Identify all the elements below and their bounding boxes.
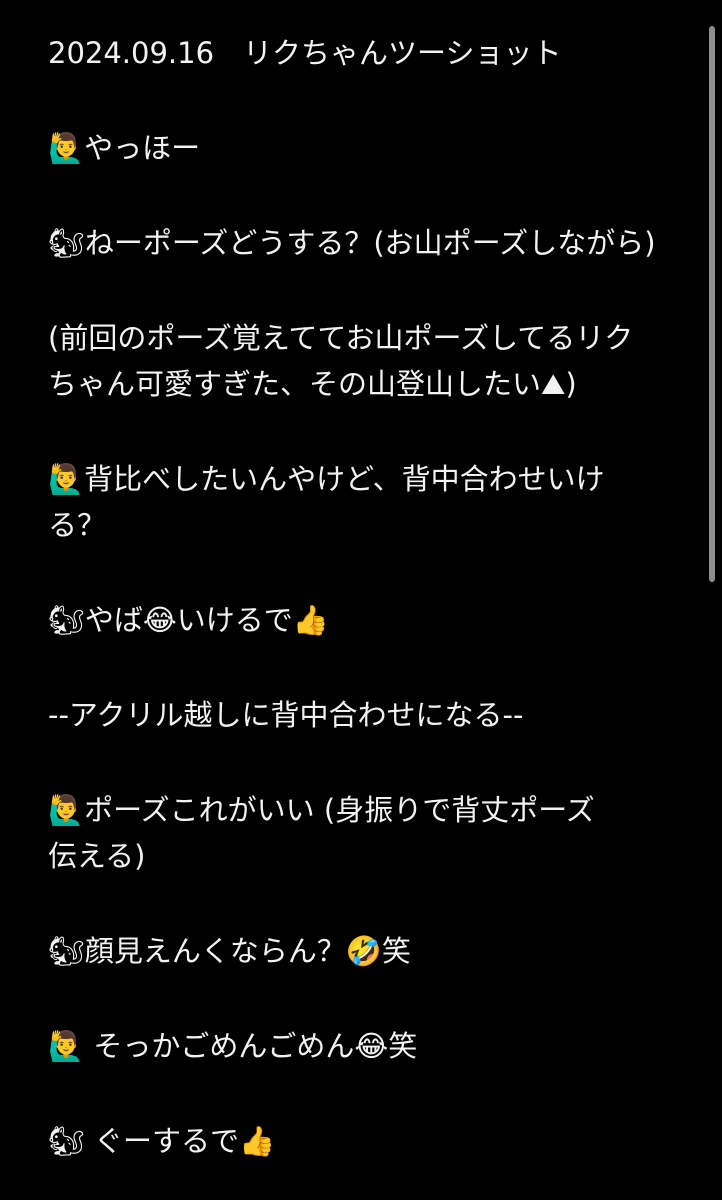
note-line: 🙋‍♂️やっほー <box>48 131 201 165</box>
note-line: 🙋‍♂️ そっかごめんごめん😂笑 <box>48 1029 418 1063</box>
note-line: (前回のポーズ覚えててお山ポーズしてるリク <box>48 321 634 355</box>
note-line: --アクリル越しに背中合わせになる-- <box>48 698 524 732</box>
note-line: 伝える) <box>48 839 146 873</box>
note-line: 🐿 ぐーするで👍 <box>48 1124 276 1158</box>
note-line: 🐿ねーポーズどうする？(お山ポーズしながら) <box>48 226 656 260</box>
vertical-scrollbar[interactable] <box>709 26 715 582</box>
note-line: 🐿やば😂いけるで👍 <box>48 603 329 637</box>
note-line: ちゃん可愛すぎた、その山登山したい⛰) <box>48 367 577 401</box>
note-line: る？ <box>48 508 107 542</box>
note-line: 🙋‍♂️背比べしたいんやけど、背中合わせいけ <box>48 462 605 496</box>
note-title: 2024.09.16 リクちゃんツーショット <box>48 36 562 70</box>
note-line: 🙋‍♂️ポーズこれがいい (身振りで背丈ポーズ <box>48 793 595 827</box>
note-line: 🐿顔見えんくならん？🤣笑 <box>48 934 411 968</box>
note-body[interactable]: 2024.09.16 リクちゃんツーショット 🙋‍♂️やっほー 🐿ねーポーズどう… <box>48 30 678 1164</box>
